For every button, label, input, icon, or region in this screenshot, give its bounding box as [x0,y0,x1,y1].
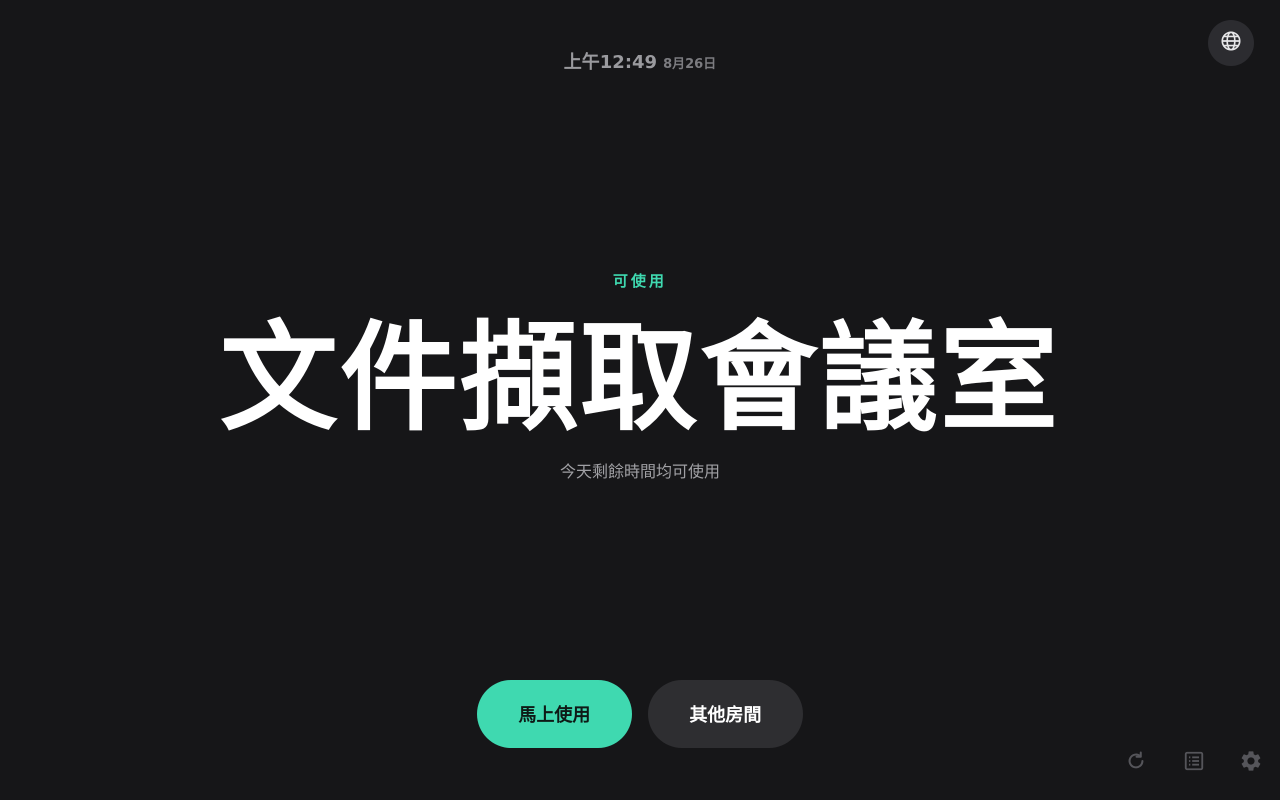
list-icon [1183,750,1205,772]
refresh-button[interactable] [1122,747,1150,775]
availability-text: 今天剩餘時間均可使用 [559,462,720,481]
book-now-button[interactable]: 馬上使用 [477,680,632,748]
schedule-button[interactable] [1180,747,1208,775]
clock: 上午12:49 8月26日 [0,48,1280,74]
room-name: 文件擷取會議室 [219,309,1060,447]
status-label: 可使用 [612,272,667,290]
settings-button[interactable] [1237,747,1265,775]
globe-icon [1220,30,1242,56]
clock-date: 8月26日 [663,57,717,72]
refresh-icon [1125,750,1147,772]
gear-icon [1239,749,1263,773]
language-button[interactable] [1208,20,1254,66]
other-rooms-button[interactable]: 其他房間 [648,680,803,748]
clock-time: 上午12:49 [563,52,658,73]
